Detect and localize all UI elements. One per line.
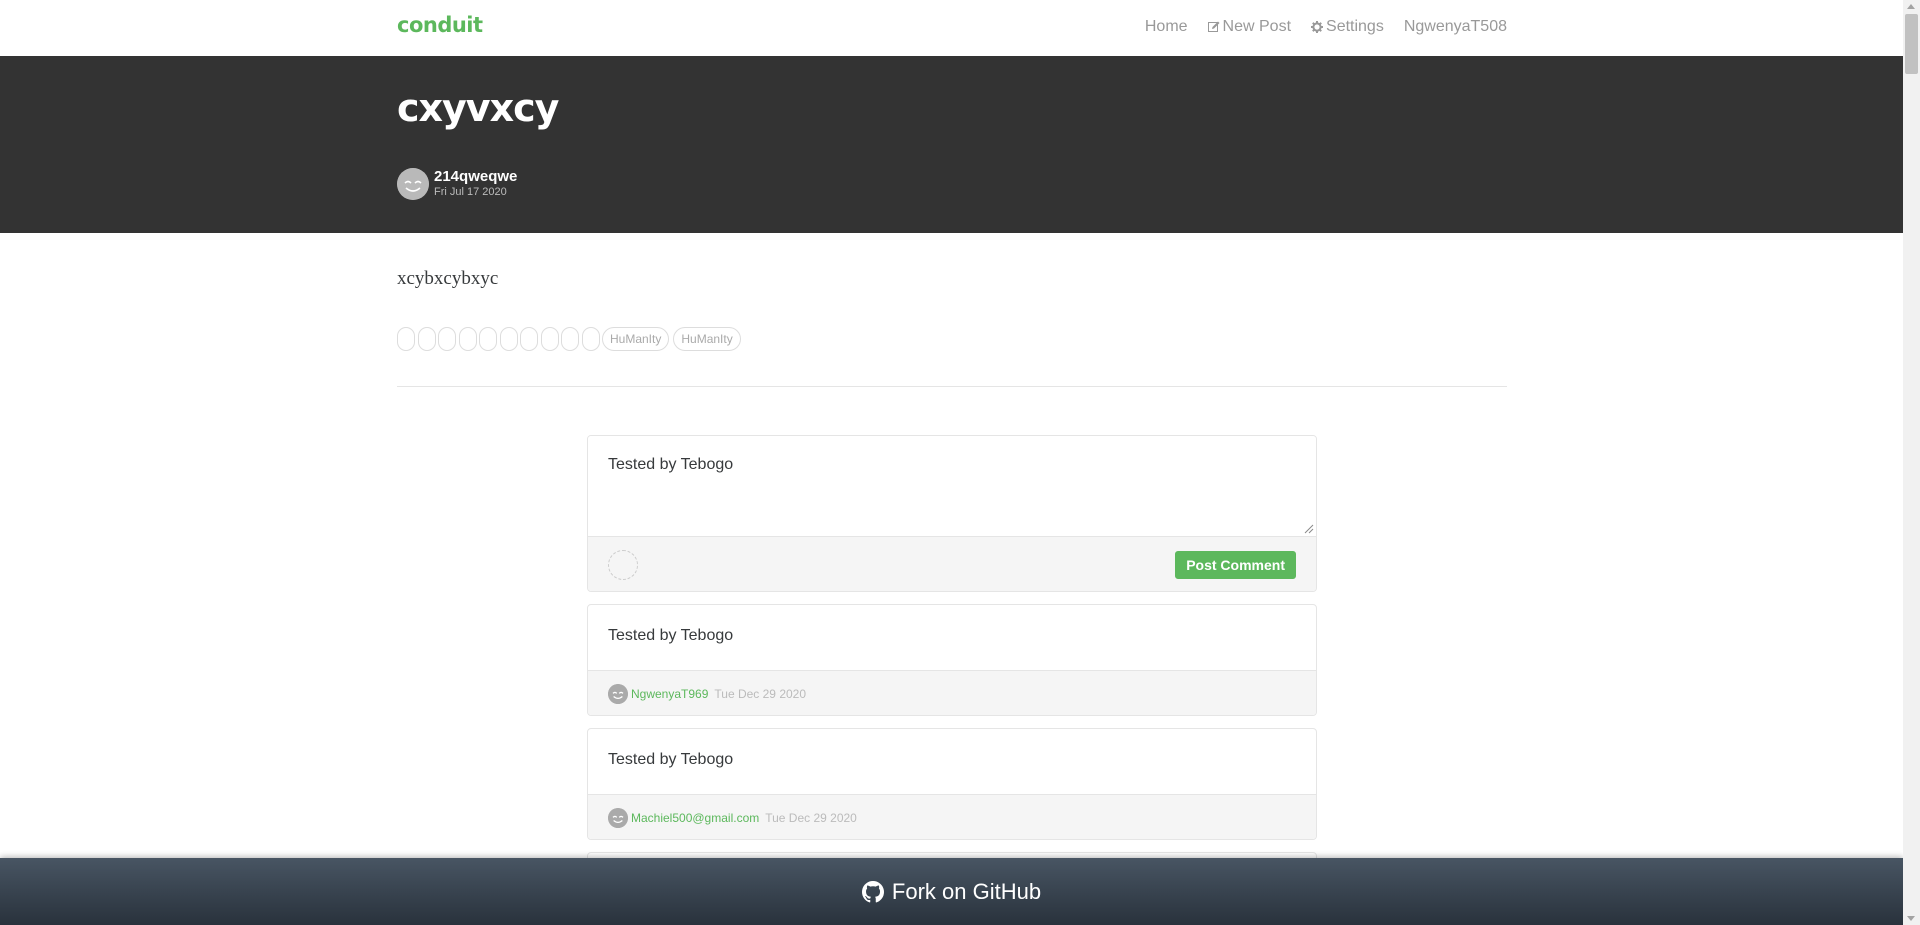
nav-user-label: NgwenyaT508 (1403, 18, 1507, 35)
page: conduit Home New Post Settings NgwenyaT5… (0, 0, 1920, 925)
comment-author-avatar (608, 550, 638, 580)
article-author-link[interactable]: 214qweqwe (434, 169, 517, 185)
nav-user-link[interactable]: NgwenyaT508 (1404, 18, 1507, 36)
tag-pill-empty (499, 327, 518, 351)
article-meta-info: 214qweqwe Fri Jul 17 2020 (434, 169, 517, 199)
tag-pill-empty (581, 327, 600, 351)
tag-list: HuManIty HuManIty (397, 327, 745, 351)
comment-form-footer: Post Comment (588, 536, 1316, 591)
comment-footer: Machiel500@gmail.com Tue Dec 29 2020 (588, 794, 1316, 839)
nav-settings-link[interactable]: Settings (1311, 18, 1384, 36)
nav-home-label: Home (1144, 18, 1188, 35)
viewport: conduit Home New Post Settings NgwenyaT5… (0, 0, 1903, 925)
tag-pill-empty (417, 327, 436, 351)
gear-icon (1311, 21, 1324, 33)
post-comment-button[interactable]: Post Comment (1175, 551, 1296, 579)
tag-pill-empty (520, 327, 538, 351)
scrollbar-thumb[interactable] (1905, 14, 1918, 74)
comment-form: Post Comment (587, 435, 1317, 592)
scroll-up-icon[interactable] (1907, 4, 1915, 9)
nav-new-post-label: New Post (1222, 18, 1292, 35)
article-date: Fri Jul 17 2020 (434, 186, 507, 198)
edit-icon (1207, 21, 1220, 32)
comment-date: Tue Dec 29 2020 (765, 811, 857, 825)
brand-logo[interactable]: conduit (397, 13, 483, 37)
comment-author-link[interactable]: Machiel500@gmail.com (631, 811, 759, 825)
nav-home-link[interactable]: Home (1145, 18, 1188, 36)
comment-avatar[interactable] (608, 808, 628, 828)
author-avatar[interactable] (397, 168, 429, 200)
tag-pill-empty (540, 327, 559, 351)
article-meta: 214qweqwe Fri Jul 17 2020 (397, 168, 517, 200)
comment-card: Tested by Tebogo Machiel500@gmail.com Tu… (587, 728, 1317, 840)
comment-body: Tested by Tebogo (608, 627, 734, 644)
tag-pill: HuManIty (602, 327, 670, 351)
resize-grip-icon[interactable] (1304, 524, 1314, 534)
article-banner: cxyvxcy 214qweqwe Fri Jul 17 2020 (0, 56, 1903, 233)
comment-card: Tested by Tebogo NgwenyaT969 Tue Dec 29 … (587, 604, 1317, 716)
fork-on-github-label: Fork on GitHub (891, 878, 1042, 904)
article-body: xcybxcybxyc (397, 268, 499, 289)
github-icon (861, 880, 884, 902)
nav-links: Home New Post Settings NgwenyaT508 (1125, 18, 1507, 36)
comment-textarea[interactable] (588, 436, 1316, 536)
comment-author-link[interactable]: NgwenyaT969 (631, 687, 708, 701)
tag-pill-empty (561, 327, 579, 351)
tag-pill-empty (397, 327, 415, 351)
comment-date: Tue Dec 29 2020 (714, 687, 807, 701)
tag-pill: HuManIty (673, 327, 741, 351)
nav-settings-label: Settings (1326, 18, 1384, 35)
scroll-down-icon[interactable] (1907, 916, 1915, 921)
nav-new-post-link[interactable]: New Post (1207, 18, 1292, 36)
article-title: cxyvxcy (397, 86, 559, 130)
tag-pill-empty (458, 327, 477, 351)
scrollbar[interactable] (1903, 0, 1920, 925)
comment-body: Tested by Tebogo (608, 751, 734, 768)
comment-avatar[interactable] (608, 684, 628, 704)
tag-pill-empty (479, 327, 497, 351)
comment-footer: NgwenyaT969 Tue Dec 29 2020 (588, 670, 1316, 715)
divider (397, 386, 1507, 387)
fork-on-github-link[interactable]: Fork on GitHub (0, 858, 1903, 925)
navbar: conduit Home New Post Settings NgwenyaT5… (0, 0, 1903, 56)
tag-pill-empty (438, 327, 456, 351)
